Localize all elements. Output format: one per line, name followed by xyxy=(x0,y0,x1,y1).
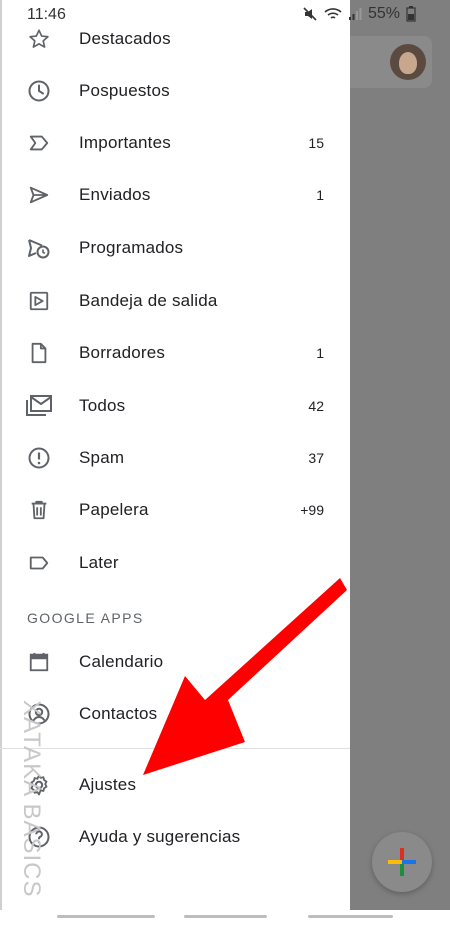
drawer-item-borradores[interactable]: Borradores 1 xyxy=(0,329,350,377)
drawer-item-label: Spam xyxy=(79,448,125,467)
drawer-item-label: Destacados xyxy=(79,29,171,48)
status-icons: 55% xyxy=(302,5,416,23)
drawer-item-label: Borradores xyxy=(79,343,166,362)
drawer-item-label: Ayuda y sugerencias xyxy=(79,827,241,846)
drawer-divider xyxy=(0,748,350,749)
drawer-item-spam[interactable]: Spam 37 xyxy=(0,434,350,482)
label-icon xyxy=(26,550,52,576)
drawer-item-later[interactable]: Later xyxy=(0,539,350,587)
drawer-item-label: Contactos xyxy=(79,704,158,723)
mute-icon xyxy=(303,7,317,21)
star-icon xyxy=(26,26,52,52)
nav-recents-button[interactable] xyxy=(57,915,155,918)
spam-icon xyxy=(26,445,52,471)
draft-icon xyxy=(26,340,52,366)
compose-fab[interactable] xyxy=(372,832,432,892)
drawer-item-count: 1 xyxy=(316,187,324,203)
system-nav-bar xyxy=(0,910,450,925)
signal-icon xyxy=(348,8,362,20)
drawer-item-bandeja-de-salida[interactable]: Bandeja de salida xyxy=(0,277,350,325)
drawer-item-label: Todos xyxy=(79,396,126,415)
drawer-item-label: Programados xyxy=(79,238,184,257)
drawer-item-count: 42 xyxy=(308,398,324,414)
drawer-item-label: Enviados xyxy=(79,185,151,204)
drawer-item-label: Calendario xyxy=(79,652,164,671)
watermark-text: XATAKA BASICS xyxy=(18,700,45,898)
drawer-item-importantes[interactable]: Importantes 15 xyxy=(0,119,350,167)
drawer-item-count: 1 xyxy=(316,345,324,361)
avatar[interactable] xyxy=(390,44,426,80)
drawer-item-label: Later xyxy=(79,553,119,572)
watermark: XATAKA BASICS xyxy=(18,700,45,898)
drawer-item-label: Pospuestos xyxy=(79,81,170,100)
drawer-item-count: 15 xyxy=(308,135,324,151)
outbox-icon xyxy=(26,288,52,314)
drawer-item-papelera[interactable]: Papelera +99 xyxy=(0,486,350,534)
wifi-icon xyxy=(324,8,342,19)
send-icon xyxy=(26,182,52,208)
drawer-item-label: Ajustes xyxy=(79,775,137,794)
navigation-drawer: Destacados Pospuestos Importantes 15 Env… xyxy=(0,0,350,910)
battery-icon xyxy=(406,6,416,22)
drawer-item-ajustes[interactable]: Ajustes xyxy=(0,761,350,809)
drawer-item-label: Importantes xyxy=(79,133,171,152)
scheduled-send-icon xyxy=(26,235,52,261)
important-icon xyxy=(26,130,52,156)
drawer-item-calendario[interactable]: Calendario xyxy=(0,638,350,686)
drawer-item-enviados[interactable]: Enviados 1 xyxy=(0,171,350,219)
drawer-item-todos[interactable]: Todos 42 xyxy=(0,382,350,430)
drawer-item-count: 37 xyxy=(308,450,324,466)
status-time: 11:46 xyxy=(27,6,66,23)
plus-icon xyxy=(388,848,416,876)
battery-percent: 55% xyxy=(367,5,400,22)
nav-back-button[interactable] xyxy=(308,915,393,918)
drawer-item-label: Papelera xyxy=(79,500,149,519)
drawer-item-pospuestos[interactable]: Pospuestos xyxy=(0,67,350,115)
trash-icon xyxy=(26,497,52,523)
drawer-item-label: Bandeja de salida xyxy=(79,291,218,310)
drawer-item-contactos[interactable]: Contactos xyxy=(0,690,350,738)
drawer-item-count: +99 xyxy=(300,502,324,518)
all-mail-icon xyxy=(26,393,52,419)
status-bar: 11:46 55% xyxy=(0,0,450,28)
clock-icon xyxy=(26,78,52,104)
drawer-item-programados[interactable]: Programados xyxy=(0,224,350,272)
section-title-google-apps: GOOGLE APPS xyxy=(27,610,144,626)
nav-home-button[interactable] xyxy=(184,915,267,918)
drawer-item-ayuda[interactable]: Ayuda y sugerencias xyxy=(0,813,350,861)
